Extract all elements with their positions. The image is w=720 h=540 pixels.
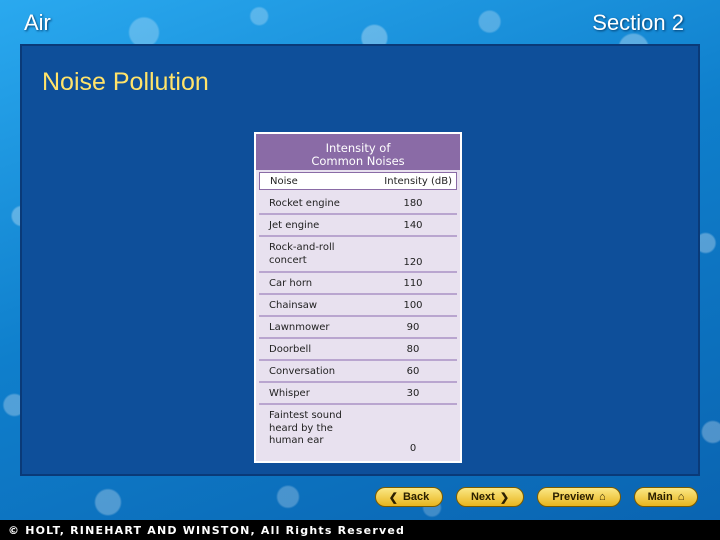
noise-intensity: 90: [406, 322, 420, 333]
table-row: Jet engine 140: [259, 215, 457, 237]
noise-name: Lawnmower: [269, 322, 330, 333]
noise-name: Jet engine: [269, 220, 320, 231]
preview-button-label: Preview: [552, 491, 594, 503]
next-button-label: Next: [470, 491, 495, 503]
copyright-footer: © HOLT, RINEHART AND WINSTON, All Rights…: [0, 520, 720, 540]
preview-button[interactable]: Preview ⌂: [537, 487, 621, 507]
noise-name: Chainsaw: [269, 300, 318, 311]
chevron-right-icon: ❯: [499, 491, 510, 504]
noise-intensity: 120: [403, 257, 423, 268]
table-row: Whisper 30: [259, 383, 457, 405]
table-row: Faintest sound heard by the human ear 0: [259, 405, 457, 457]
table-body: Rocket engine 180 Jet engine 140 Rock-an…: [259, 193, 457, 457]
noise-intensity: 100: [403, 300, 423, 311]
main-button-label: Main: [647, 491, 673, 503]
house-icon: ⌂: [677, 491, 685, 503]
noise-intensity: 30: [406, 388, 420, 399]
noise-name: Car horn: [269, 278, 313, 289]
column-header-noise: Noise: [270, 175, 298, 187]
house-icon: ⌂: [598, 491, 606, 503]
table-caption-line2: Common Noises: [311, 154, 405, 168]
noise-name: Whisper: [269, 388, 310, 399]
table-row: Doorbell 80: [259, 339, 457, 361]
column-header-intensity: Intensity (dB): [384, 175, 452, 187]
chevron-left-icon: ❮: [388, 491, 398, 504]
table-row: Conversation 60: [259, 361, 457, 383]
noise-intensity-table: Intensity of Common Noises Noise Intensi…: [254, 132, 462, 463]
next-button[interactable]: Next ❯: [456, 487, 524, 507]
noise-name: Rock-and-roll concert: [269, 242, 335, 266]
noise-name: Faintest sound heard by the human ear: [269, 410, 342, 446]
noise-name: Rocket engine: [269, 198, 340, 209]
chapter-title: Air: [24, 10, 51, 35]
noise-intensity: 60: [406, 366, 420, 377]
table-row: Rocket engine 180: [259, 193, 457, 215]
main-button[interactable]: Main ⌂: [634, 487, 698, 507]
noise-intensity: 140: [403, 220, 423, 231]
table-row: Chainsaw 100: [259, 295, 457, 317]
back-button-label: Back: [402, 491, 430, 503]
back-button[interactable]: ❮ Back: [375, 487, 443, 507]
table-row: Rock-and-roll concert 120: [259, 237, 457, 273]
noise-intensity: 110: [403, 278, 423, 289]
navigation-bar: ❮ Back Next ❯ Preview ⌂ Main ⌂: [375, 487, 698, 507]
table-caption: Intensity of Common Noises: [256, 134, 460, 170]
table-row: Car horn 110: [259, 273, 457, 295]
table-header-row: Noise Intensity (dB): [259, 172, 457, 190]
noise-intensity: 0: [409, 443, 417, 454]
section-title: Section 2: [592, 10, 684, 35]
noise-intensity: 180: [403, 198, 423, 209]
slide-title: Noise Pollution: [42, 68, 209, 96]
table-row: Lawnmower 90: [259, 317, 457, 339]
noise-name: Conversation: [269, 366, 336, 377]
noise-intensity: 80: [406, 344, 420, 355]
noise-name: Doorbell: [269, 344, 312, 355]
